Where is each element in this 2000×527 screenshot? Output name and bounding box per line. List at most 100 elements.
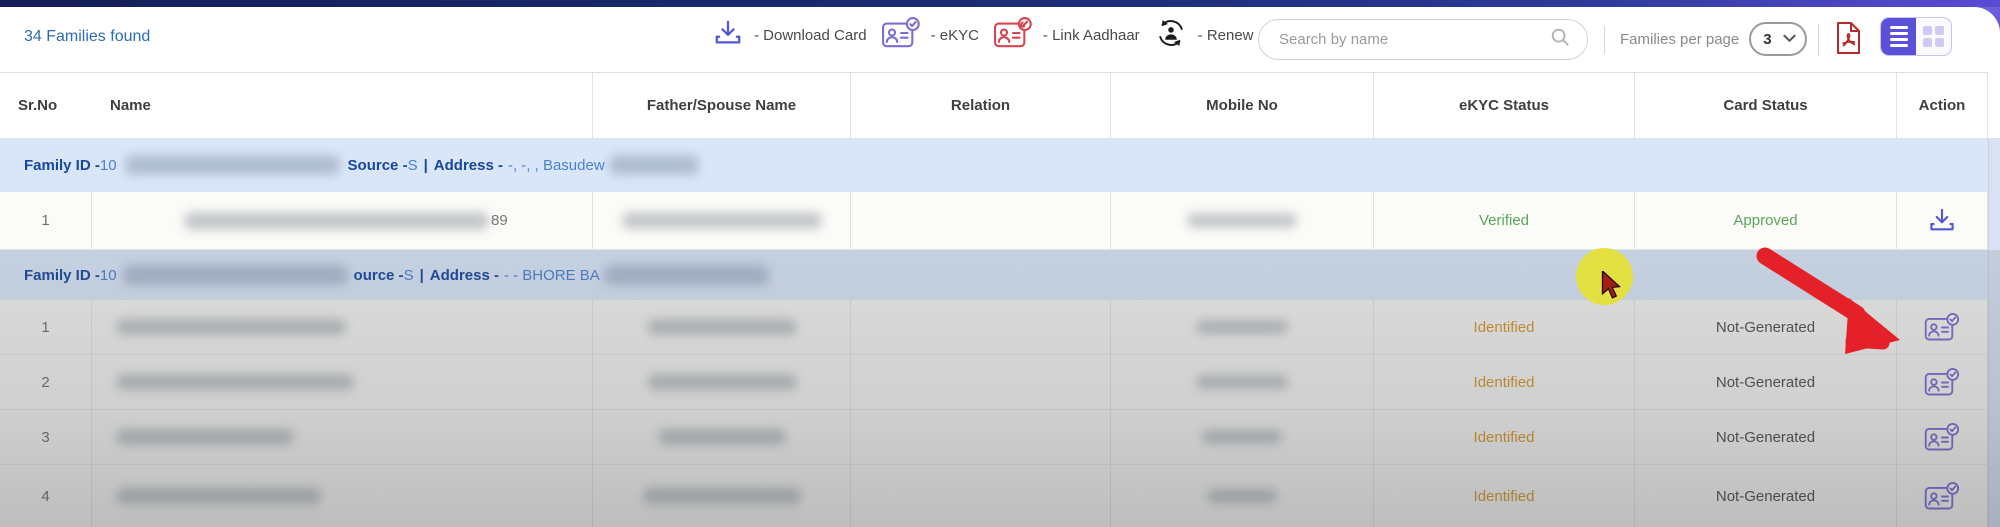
column-header-ekyc-status: eKYC Status [1374, 73, 1635, 138]
redacted-name [116, 319, 346, 335]
source-value: S [408, 157, 418, 174]
father-spouse-cell [593, 355, 851, 409]
redacted-mobile [1196, 375, 1288, 389]
column-header-relation: Relation [851, 73, 1111, 138]
top-accent-bar [0, 0, 2000, 7]
father-spouse-cell [593, 192, 851, 249]
srno-cell: 4 [0, 465, 92, 527]
table-row: 4 Identified Not-Generated [0, 465, 1988, 527]
divider: | [418, 157, 434, 174]
table-row: 2 Identified Not-Generated [0, 355, 1988, 410]
relation-cell [851, 465, 1111, 527]
source-value: S [404, 267, 414, 284]
family-id-label: Family ID - [24, 267, 100, 284]
divider: | [414, 267, 430, 284]
srno-cell: 3 [0, 410, 92, 464]
view-toggle [1880, 17, 1952, 56]
redacted-father-name [647, 374, 797, 390]
mobile-cell [1111, 300, 1374, 354]
column-header-srno: Sr.No [0, 73, 92, 138]
redacted-name [184, 212, 489, 230]
legend-renew: - Renew [1154, 16, 1254, 55]
list-view-button[interactable] [1881, 18, 1916, 55]
legend-link-aadhaar: - Link Aadhaar [993, 16, 1140, 55]
father-spouse-cell [593, 465, 851, 527]
name-visible-suffix: 89 [491, 212, 508, 229]
ekyc-status-cell: Identified [1374, 410, 1635, 464]
name-cell: 89 [92, 192, 593, 249]
redacted-father-name [647, 319, 797, 335]
mobile-cell [1111, 355, 1374, 409]
card-status-cell: Not-Generated [1635, 465, 1897, 527]
mobile-cell [1111, 465, 1374, 527]
card-status-cell: Approved [1635, 192, 1897, 249]
redacted-mobile [1196, 320, 1288, 334]
redacted-address [609, 155, 699, 175]
redacted-name [116, 488, 321, 504]
relation-cell [851, 300, 1111, 354]
column-header-mobile: Mobile No [1111, 73, 1374, 138]
table-header-row: Sr.No Name Father/Spouse Name Relation M… [0, 72, 1988, 138]
srno-cell: 2 [0, 355, 92, 409]
father-spouse-cell [593, 300, 851, 354]
redacted-mobile [1207, 489, 1277, 503]
families-per-page-label: Families per page [1620, 31, 1739, 48]
redacted-father-name [658, 429, 786, 445]
relation-cell [851, 192, 1111, 249]
column-header-name: Name [92, 73, 593, 138]
per-page-value: 3 [1763, 31, 1771, 48]
ekyc-button[interactable] [1924, 367, 1960, 398]
family-id-label: Family ID - [24, 157, 100, 174]
ekyc-status-cell: Identified [1374, 300, 1635, 354]
families-per-page-select[interactable]: 3 [1749, 22, 1807, 56]
redacted-name [116, 374, 354, 390]
name-cell [92, 410, 593, 464]
legend-ekyc: - eKYC [881, 16, 979, 55]
legend-label: - Renew [1198, 27, 1254, 44]
redacted-father-name [643, 488, 801, 504]
toolbar-divider [1818, 24, 1819, 56]
name-cell [92, 300, 593, 354]
ekyc-button[interactable] [1924, 481, 1960, 512]
renew-icon [1154, 16, 1188, 55]
card-status-cell: Not-Generated [1635, 410, 1897, 464]
family-id-value: 10 [100, 267, 117, 284]
father-spouse-cell [593, 410, 851, 464]
table-row: 1 Identified Not-Generated [0, 300, 1988, 355]
address-label: Address - [434, 157, 503, 174]
ekyc-button[interactable] [1924, 312, 1960, 343]
ekyc-status-cell: Identified [1374, 355, 1635, 409]
ekyc-status-cell: Identified [1374, 465, 1635, 527]
search-input[interactable] [1279, 31, 1549, 48]
chevron-down-icon [1783, 30, 1796, 48]
column-header-card-status: Card Status [1635, 73, 1897, 138]
address-value: -, -, , Basudew [508, 157, 605, 174]
grid-view-button[interactable] [1916, 18, 1951, 55]
ekyc-button[interactable] [1924, 422, 1960, 453]
family-group-header: Family ID - 10 Source - S | Address - -,… [0, 138, 2000, 192]
ekyc-status-cell: Verified [1374, 192, 1635, 249]
name-cell [92, 355, 593, 409]
redacted-mobile [1187, 213, 1297, 228]
action-legend: - Download Card - eKYC - Link Aadhaar - … [712, 16, 1254, 55]
mobile-cell [1111, 410, 1374, 464]
address-value: - - BHORE BA [504, 267, 600, 284]
family-group-header: Family ID - 10 ource - S | Address - - -… [0, 250, 2000, 300]
column-header-action: Action [1897, 73, 1988, 138]
relation-cell [851, 355, 1111, 409]
relation-cell [851, 410, 1111, 464]
search-box[interactable] [1258, 19, 1588, 60]
ekyc-card-icon [881, 16, 921, 55]
export-pdf-button[interactable] [1834, 20, 1862, 61]
table-scrollbar[interactable] [1988, 138, 2000, 527]
srno-cell: 1 [0, 300, 92, 354]
search-icon [1549, 26, 1571, 53]
legend-label: - Download Card [754, 27, 867, 44]
download-card-button[interactable] [1927, 207, 1957, 234]
source-label: ource - [354, 267, 404, 284]
source-label: Source - [348, 157, 408, 174]
redacted-family-id [123, 265, 348, 285]
redacted-family-id [125, 155, 340, 175]
legend-label: - eKYC [931, 27, 979, 44]
address-label: Address - [430, 267, 499, 284]
